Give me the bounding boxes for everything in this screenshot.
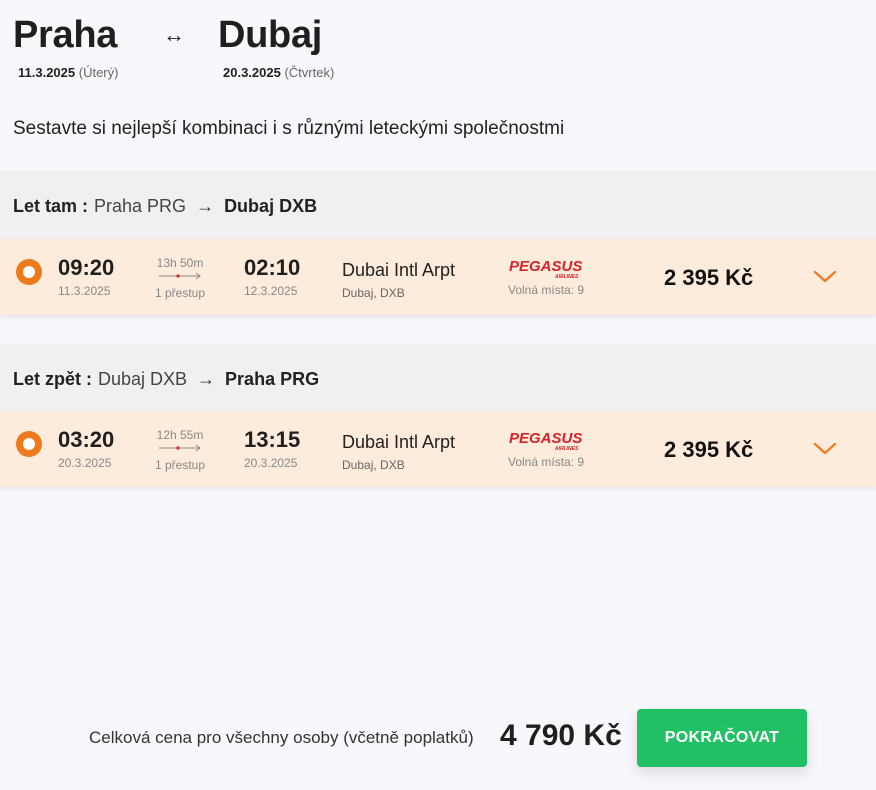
departure-day: (Úterý) (78, 65, 119, 80)
outbound-flight-row[interactable]: 09:20 11.3.2025 13h 50m 1 přestup 02:10 … (0, 239, 876, 315)
return-day: (Čtvrtek) (284, 65, 335, 80)
origin-city: Praha (13, 14, 118, 56)
arrival-airport: Dubai Intl Arpt (342, 432, 456, 452)
chevron-down-icon[interactable] (813, 270, 837, 284)
pegasus-logo-icon: PEGASUS AIRLINES (509, 258, 582, 280)
departure-date: 20.3.2025 (58, 456, 112, 470)
radio-selected-icon[interactable] (16, 259, 42, 285)
swap-arrows-icon[interactable]: ↔ (163, 22, 185, 48)
departure-date: 11.3.2025 (58, 284, 111, 298)
return-destination: Praha PRG (225, 368, 320, 389)
page-subtitle: Sestavte si nejlepší kombinaci i s různý… (13, 118, 565, 139)
departure-date-value: 11.3.2025 (18, 65, 76, 80)
outbound-arrow: → (196, 195, 215, 216)
outbound-origin: Praha PRG (94, 195, 187, 216)
outbound-section-header: Let tam : Praha PRG → Dubaj DXB (0, 171, 876, 241)
chevron-down-icon[interactable] (813, 442, 837, 456)
outbound-destination: Dubaj DXB (224, 195, 318, 216)
stop-count: 1 přestup (154, 286, 206, 300)
arrival-date: 12.3.2025 (244, 284, 298, 298)
route-header: Praha ↔ Dubaj 11.3.2025 (Úterý) 20.3.202… (13, 14, 513, 84)
arrival-airport: Dubai Intl Arpt (342, 260, 456, 280)
return-date: 20.3.2025 (Čtvrtek) (223, 65, 334, 80)
total-price-label: Celková cena pro všechny osoby (včetně p… (89, 728, 474, 747)
available-seats: Volná místa: 9 (508, 455, 585, 469)
departure-date: 11.3.2025 (Úterý) (18, 65, 118, 80)
departure-time: 09:20 (58, 255, 115, 280)
arrival-city: Dubaj, DXB (342, 458, 405, 472)
available-seats: Volná místa: 9 (508, 283, 585, 297)
continue-button[interactable]: POKRAČOVAT (637, 709, 807, 767)
arrival-time: 13:15 (244, 427, 301, 452)
airline-logo-text: PEGASUS (509, 258, 582, 275)
outbound-label: Let tam : (13, 195, 89, 216)
pegasus-logo-icon: PEGASUS AIRLINES (509, 430, 582, 452)
return-flight-row[interactable]: 03:20 20.3.2025 12h 55m 1 přestup 13:15 … (0, 411, 876, 487)
departure-time: 03:20 (58, 427, 115, 452)
stopover-arrow-icon (159, 272, 201, 280)
arrival-time: 02:10 (244, 255, 301, 280)
airline-logo-text: PEGASUS (509, 430, 582, 447)
arrival-city: Dubaj, DXB (342, 286, 405, 300)
radio-selected-icon[interactable] (16, 431, 42, 457)
flight-price: 2 395 Kč (664, 265, 754, 290)
return-section-header: Let zpět : Dubaj DXB → Praha PRG (0, 344, 876, 414)
return-label: Let zpět : (13, 368, 92, 389)
arrival-date: 20.3.2025 (244, 456, 298, 470)
stop-count: 1 přestup (154, 458, 206, 472)
return-date-value: 20.3.2025 (223, 65, 281, 80)
total-price: 4 790 Kč (500, 719, 622, 752)
airline-logo-subtext: AIRLINES (554, 446, 579, 452)
stopover-arrow-icon (159, 444, 201, 452)
airline-logo-subtext: AIRLINES (554, 274, 579, 280)
flight-duration: 13h 50m (156, 256, 204, 270)
flight-price: 2 395 Kč (664, 437, 754, 462)
destination-city: Dubaj (218, 14, 323, 56)
flight-duration: 12h 55m (156, 428, 204, 442)
flight-selection-page: Praha ↔ Dubaj 11.3.2025 (Úterý) 20.3.202… (0, 0, 876, 790)
return-origin: Dubaj DXB (98, 368, 188, 389)
return-arrow: → (197, 368, 216, 389)
